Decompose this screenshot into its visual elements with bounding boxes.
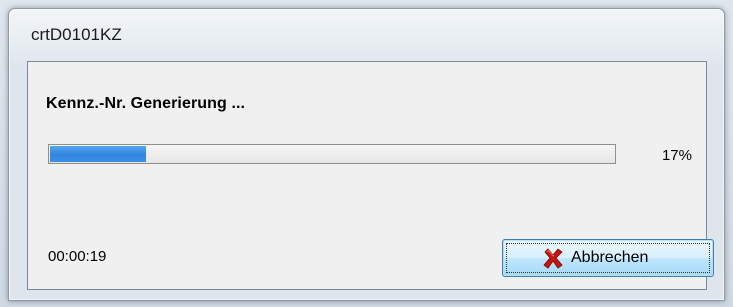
cancel-button-label: Abbrechen — [571, 249, 649, 266]
red-x-icon — [543, 248, 563, 269]
progress-bar-fill — [50, 146, 146, 162]
window-title: crtD0101KZ — [31, 25, 122, 44]
cancel-button[interactable]: Abbrechen — [502, 239, 714, 277]
dialog-content: Kennz.-Nr. Generierung ... 17% 00:00:19 … — [27, 61, 714, 290]
elapsed-time: 00:00:19 — [48, 248, 107, 265]
title-bar[interactable]: crtD0101KZ — [9, 9, 724, 59]
progress-bar — [48, 144, 616, 164]
progress-percent-label: 17% — [661, 147, 692, 164]
progress-dialog-window: crtD0101KZ Kennz.-Nr. Generierung ... 17… — [8, 8, 725, 301]
progress-heading: Kennz.-Nr. Generierung ... — [46, 95, 246, 112]
